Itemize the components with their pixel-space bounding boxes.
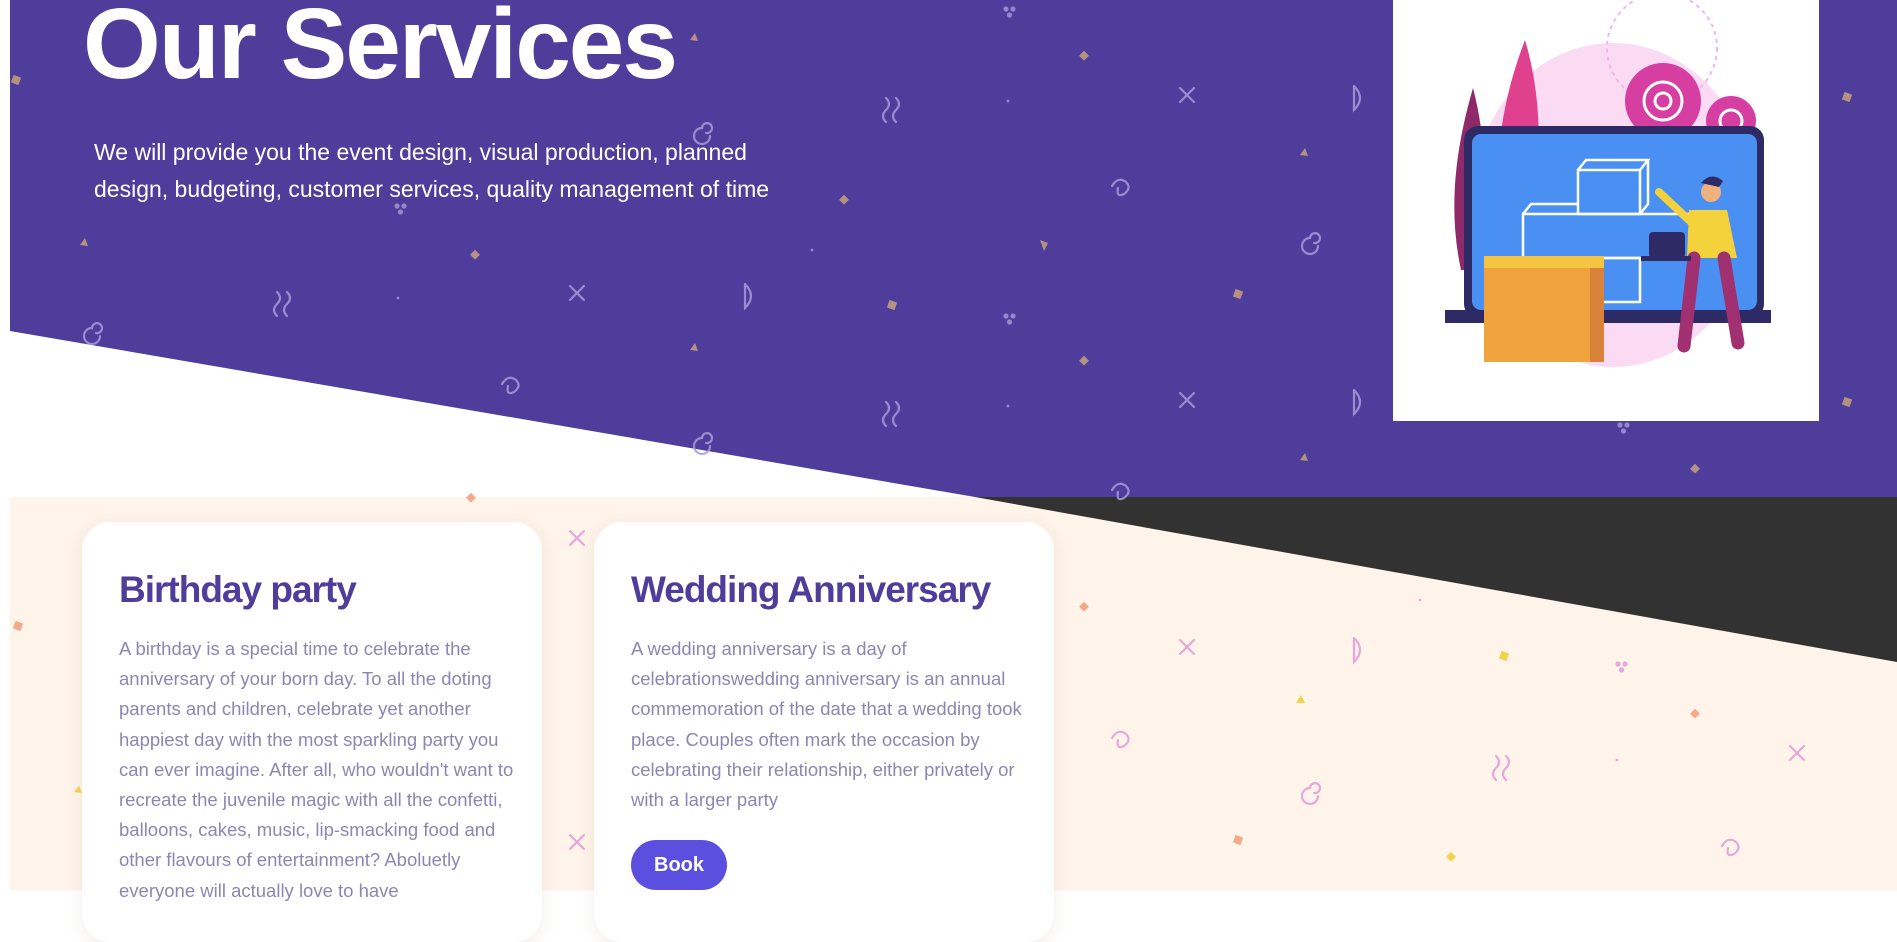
- service-card-wedding-anniversary: Wedding Anniversary A wedding anniversar…: [594, 522, 1054, 942]
- page-title: Our Services: [83, 0, 678, 100]
- service-card-description: A birthday is a special time to celebrat…: [119, 638, 514, 901]
- book-button[interactable]: Book: [631, 840, 727, 890]
- service-card-description: A wedding anniversary is a day of celebr…: [631, 638, 1022, 811]
- hero-subtitle: We will provide you the event design, vi…: [94, 139, 770, 202]
- service-card-title: Birthday party: [119, 569, 357, 610]
- service-card-birthday: Birthday party A birthday is a special t…: [82, 522, 542, 942]
- laptop-presentation-illustration: [1445, 0, 1771, 367]
- service-card-title: Wedding Anniversary: [631, 569, 991, 610]
- services-illustration: [1393, 0, 1819, 421]
